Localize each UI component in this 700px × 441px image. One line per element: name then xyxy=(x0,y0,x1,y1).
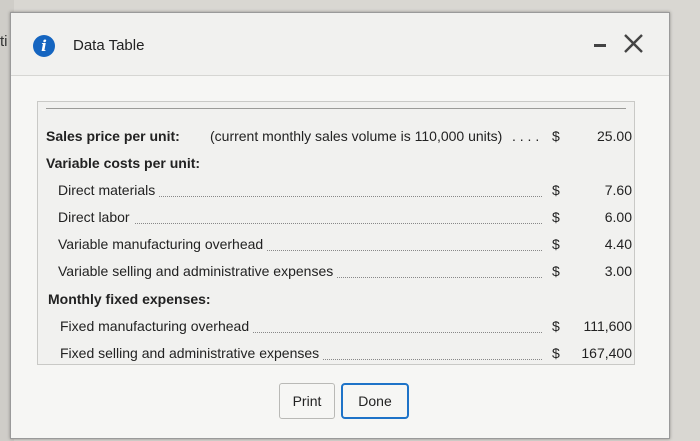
fixed-expenses-heading-row: Monthly fixed expenses: xyxy=(38,291,634,313)
sales-price-label: Sales price per unit: xyxy=(46,128,184,144)
sales-volume-note: (current monthly sales volume is 110,000… xyxy=(210,128,503,144)
dotted-leader xyxy=(62,223,542,224)
variable-costs-heading-row: Variable costs per unit: xyxy=(38,155,634,177)
table-row: Fixed selling and administrative expense… xyxy=(38,345,634,367)
done-button[interactable]: Done xyxy=(341,383,409,419)
sales-price-row: Sales price per unit: (current monthly s… xyxy=(38,128,634,150)
expense-item-label: Fixed selling and administrative expense… xyxy=(60,345,324,361)
cost-item-value: 7.60 xyxy=(604,182,632,198)
table-row: Direct materials $ 7.60 xyxy=(38,182,634,204)
variable-costs-heading: Variable costs per unit: xyxy=(46,155,205,171)
sales-price-value: 25.00 xyxy=(596,128,632,144)
expense-item-label: Fixed manufacturing overhead xyxy=(60,318,254,334)
close-icon[interactable] xyxy=(621,31,647,57)
dialog-titlebar: i Data Table xyxy=(11,13,669,76)
cost-item-label: Variable manufacturing overhead xyxy=(58,236,268,252)
cost-item-label: Direct labor xyxy=(58,209,134,225)
data-table-dialog: i Data Table Sales price per unit: (curr… xyxy=(10,12,670,439)
sales-price-dots: . . . . xyxy=(512,128,540,144)
dialog-title: Data Table xyxy=(73,37,145,54)
minimize-icon[interactable] xyxy=(591,35,609,55)
table-top-rule xyxy=(46,108,626,109)
table-row: Direct labor $ 6.00 xyxy=(38,209,634,231)
cost-item-label: Variable selling and administrative expe… xyxy=(58,263,338,279)
print-button[interactable]: Print xyxy=(279,383,335,419)
cost-item-value: 6.00 xyxy=(604,209,632,225)
cost-item-value: 3.00 xyxy=(604,263,632,279)
data-table-panel: Sales price per unit: (current monthly s… xyxy=(37,101,635,365)
table-row: Variable selling and administrative expe… xyxy=(38,263,634,285)
expense-item-value: 167,400 xyxy=(581,345,632,361)
background-text-fragment: ti xyxy=(0,33,8,50)
cost-item-label: Direct materials xyxy=(58,182,160,198)
fixed-expenses-heading: Monthly fixed expenses: xyxy=(48,291,215,307)
cost-item-value: 4.40 xyxy=(604,236,632,252)
expense-item-value: 111,600 xyxy=(583,318,632,334)
table-row: Fixed manufacturing overhead $ 111,600 xyxy=(38,318,634,340)
table-row: Variable manufacturing overhead $ 4.40 xyxy=(38,236,634,258)
info-icon: i xyxy=(33,35,55,57)
